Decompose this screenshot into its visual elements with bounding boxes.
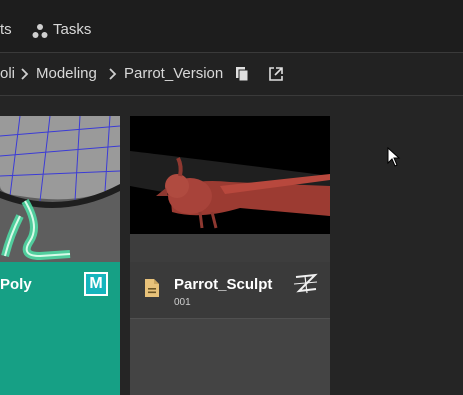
chevron-right-icon: [109, 68, 117, 80]
asset-card-body: [130, 319, 330, 395]
tasks-icon: [32, 24, 48, 38]
chevron-right-icon: [21, 68, 29, 80]
asset-thumbnail-poly: [0, 116, 120, 262]
breadcrumb-item-modeling[interactable]: Modeling: [36, 65, 97, 82]
thumbnail-strip: [130, 234, 330, 262]
file-icon: [145, 279, 159, 297]
tab-previous-label[interactable]: ts: [0, 21, 12, 38]
mouse-cursor-icon: [387, 147, 401, 167]
asset-version: 001: [174, 297, 191, 308]
open-external-icon[interactable]: [269, 67, 283, 81]
asset-card-body: [0, 318, 120, 395]
tab-tasks[interactable]: Tasks: [53, 21, 91, 38]
breadcrumb-item-project[interactable]: oli: [0, 65, 15, 82]
asset-thumbnail-parrot-sculpt: [130, 116, 330, 234]
breadcrumb-item-current[interactable]: Parrot_Version: [124, 65, 223, 82]
zbrush-icon: [293, 273, 318, 294]
copy-icon[interactable]: [235, 66, 249, 82]
maya-icon: M: [84, 272, 108, 296]
asset-title: Poly: [0, 276, 32, 293]
asset-title: Parrot_Sculpt: [174, 276, 273, 293]
